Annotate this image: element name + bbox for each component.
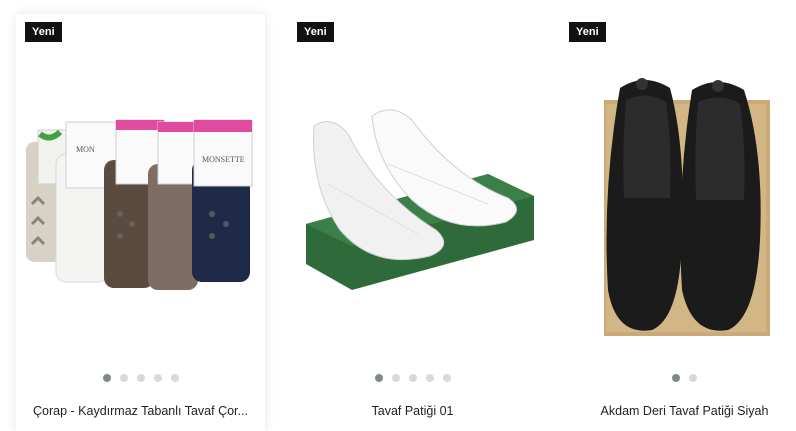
gallery-dot[interactable]: [672, 374, 680, 382]
gallery-dot[interactable]: [374, 374, 383, 382]
svg-text:MONSETTE: MONSETTE: [202, 155, 245, 164]
product-card[interactable]: Yeni Akdam Deri Tavaf Patiği Siyah: [560, 14, 796, 431]
gallery-dot[interactable]: [391, 374, 400, 382]
product-title[interactable]: Çorap - Kaydırmaz Tabanlı Tavaf Çor...: [16, 404, 265, 418]
socks-product-image: MON MONSETTE: [26, 119, 253, 290]
gallery-dot[interactable]: [136, 374, 145, 382]
product-image[interactable]: [288, 64, 537, 344]
product-title[interactable]: Akdam Deri Tavaf Patiği Siyah: [560, 404, 796, 418]
product-card[interactable]: Yeni MON MONSETTE Çorap - Kaydırmaz Taba…: [16, 14, 265, 431]
gallery-dot[interactable]: [442, 374, 451, 382]
gallery-dots: [16, 374, 265, 382]
new-badge: Yeni: [569, 22, 606, 42]
gallery-dot[interactable]: [153, 374, 162, 382]
black-leather-slippers-product-image: [604, 78, 770, 336]
gallery-dots: [560, 374, 796, 382]
svg-text:MON: MON: [76, 145, 95, 154]
gallery-dot[interactable]: [408, 374, 417, 382]
white-slippers-product-image: [306, 109, 534, 290]
gallery-dots: [288, 374, 537, 382]
product-title[interactable]: Tavaf Patiği 01: [288, 404, 537, 418]
gallery-dot[interactable]: [119, 374, 128, 382]
gallery-dot[interactable]: [689, 374, 697, 382]
product-card[interactable]: Yeni Tavaf Patiği 01: [288, 14, 537, 431]
new-badge: Yeni: [297, 22, 334, 42]
gallery-dot[interactable]: [170, 374, 179, 382]
product-image[interactable]: [560, 64, 796, 344]
new-badge: Yeni: [25, 22, 62, 42]
gallery-dot[interactable]: [425, 374, 434, 382]
product-image[interactable]: MON MONSETTE: [16, 64, 265, 344]
gallery-dot[interactable]: [102, 374, 111, 382]
